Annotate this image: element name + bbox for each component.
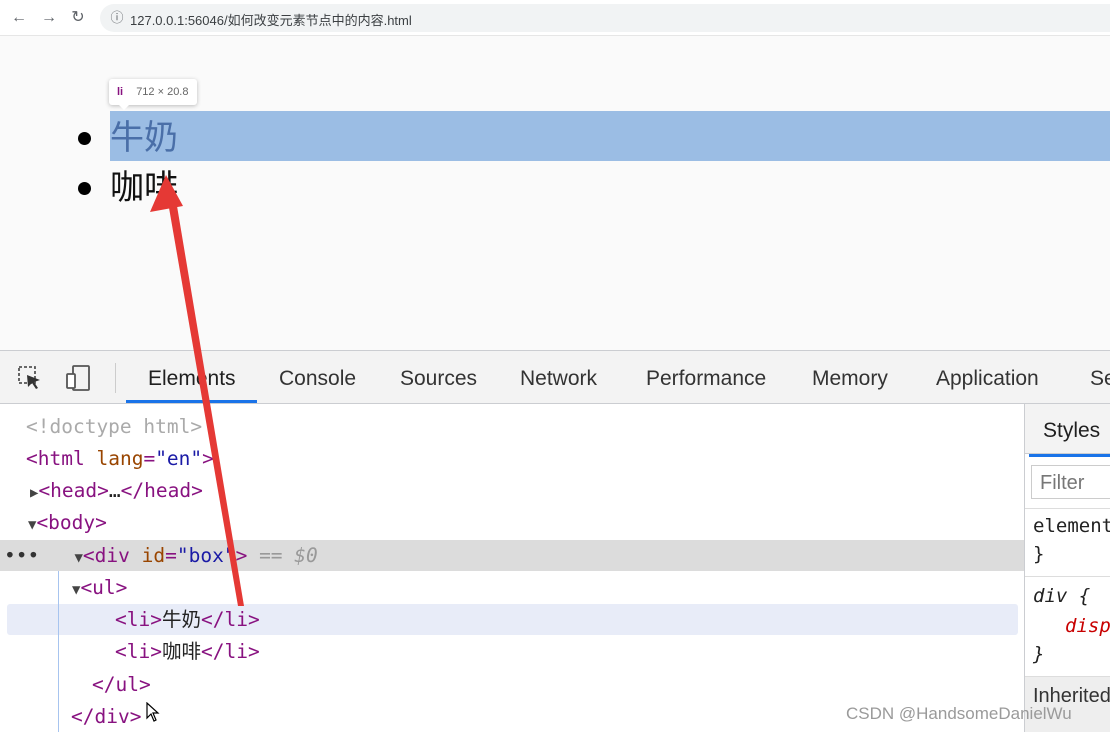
arrow-left-icon[interactable]: ← (8, 7, 30, 29)
li-close-tag: </li> (200, 640, 260, 663)
info-icon[interactable]: ⓘ (108, 9, 126, 27)
html-tag-name: html (37, 447, 85, 470)
collapse-arrow-icon[interactable]: ▼ (74, 550, 82, 566)
reload-icon[interactable]: ↻ (67, 7, 89, 29)
div-attr-name: id (141, 544, 166, 567)
row-actions-icon[interactable]: ••• (4, 544, 39, 567)
browser-toolbar: ← → ↻ ⓘ 127.0.0.1:56046/如何改变元素节点中的内容.htm… (0, 0, 1110, 36)
dom-tree: <!doctype html> <html lang="en"> ▶<head>… (0, 404, 1024, 732)
dom-node-body[interactable]: ▼<body> (28, 507, 107, 539)
styles-filter-input[interactable]: Filter (1031, 465, 1110, 499)
tooltip-arrow (118, 104, 130, 110)
li-close-tag: </li> (200, 608, 260, 631)
div-tag-name: div (94, 544, 130, 567)
li-text-node: 咖啡 (161, 640, 201, 663)
lang-attr-value: "en" (155, 447, 203, 470)
ul-open-tag: <ul> (80, 576, 128, 599)
active-tab-indicator (126, 400, 257, 403)
styles-pane: Styles Filter element.style { } div { di… (1024, 404, 1110, 732)
tab-styles[interactable]: Styles (1043, 404, 1100, 458)
head-open-tag: <head> (38, 479, 109, 502)
url-text[interactable]: 127.0.0.1:56046/如何改变元素节点中的内容.html (130, 10, 412, 29)
tooltip-dims: 712 × 20.8 (136, 86, 189, 98)
css-property-display[interactable]: display (1065, 612, 1110, 640)
dom-node-ul[interactable]: ▼<ul> (72, 572, 127, 604)
tooltip-tag: li (117, 86, 124, 98)
tab-sources[interactable]: Sources (400, 351, 477, 404)
rule-close-brace: } (1033, 543, 1045, 565)
lang-attr-name: lang (96, 447, 144, 470)
styles-divider (1025, 508, 1110, 509)
body-open-tag: <body> (36, 511, 107, 534)
dom-node-html[interactable]: <html lang="en"> (26, 443, 214, 475)
inspect-element-icon[interactable] (16, 364, 44, 392)
tab-network[interactable]: Network (520, 351, 597, 404)
doctype-text: <!doctype html> (26, 415, 203, 438)
dom-node-li-milk[interactable]: <li>牛奶</li> (115, 604, 260, 636)
dom-node-ul-close[interactable]: </ul> (92, 669, 151, 701)
arrow-right-icon[interactable]: → (38, 7, 60, 29)
tab-memory[interactable]: Memory (812, 351, 888, 404)
head-close-tag: </head> (120, 479, 203, 502)
tab-performance[interactable]: Performance (646, 351, 766, 404)
list-bullet (78, 132, 91, 145)
dom-node-div-box[interactable]: ••• ▼<div id="box"> == $0 (4, 540, 318, 572)
list-item-milk[interactable]: 牛奶 (110, 113, 178, 163)
devtools-panel: Elements Console Sources Network Perform… (0, 350, 1110, 732)
toolbar-divider (115, 363, 116, 393)
head-ellipsis: … (108, 479, 121, 502)
page-viewport: li 712 × 20.8 牛奶 咖啡 (0, 37, 1110, 350)
ul-close-tag: </ul> (92, 673, 151, 696)
dom-node-li-coffee[interactable]: <li>咖啡</li> (115, 636, 260, 668)
li-open-tag: <li> (115, 640, 162, 663)
tab-console[interactable]: Console (279, 351, 356, 404)
div-style-rule[interactable]: div { (1033, 582, 1090, 610)
styles-tab-indicator (1029, 454, 1110, 457)
selected-node-marker: == $0 (259, 544, 318, 567)
dom-node-div-close[interactable]: </div> (71, 701, 141, 732)
tab-security[interactable]: Se (1090, 351, 1110, 404)
styles-divider (1025, 576, 1110, 577)
li-open-tag: <li> (115, 608, 162, 631)
dom-node-doctype[interactable]: <!doctype html> (26, 411, 202, 443)
mouse-cursor-icon (146, 702, 160, 722)
list-item-coffee[interactable]: 咖啡 (110, 163, 178, 213)
element-highlight-overlay (110, 111, 1110, 161)
device-toolbar-icon[interactable] (64, 364, 92, 392)
element-style-rule[interactable]: element.style { (1033, 512, 1110, 540)
devtools-tab-bar: Elements Console Sources Network Perform… (0, 351, 1110, 404)
dom-node-head[interactable]: ▶<head>…</head> (30, 475, 203, 507)
div-attr-value: "box" (176, 544, 236, 567)
tab-elements[interactable]: Elements (148, 351, 236, 404)
li-text-node: 牛奶 (161, 608, 201, 631)
element-inspect-tooltip: li 712 × 20.8 (109, 79, 197, 105)
styles-tab-bar: Styles (1025, 404, 1110, 454)
watermark: CSDN @HandsomeDanielWu (846, 704, 1072, 723)
rule-close-brace: } (1033, 643, 1045, 665)
div-close-tag: </div> (71, 705, 142, 728)
tab-application[interactable]: Application (936, 351, 1039, 404)
indent-guide (58, 571, 59, 732)
list-bullet (78, 182, 91, 195)
address-bar[interactable]: ⓘ 127.0.0.1:56046/如何改变元素节点中的内容.html (100, 4, 1110, 32)
